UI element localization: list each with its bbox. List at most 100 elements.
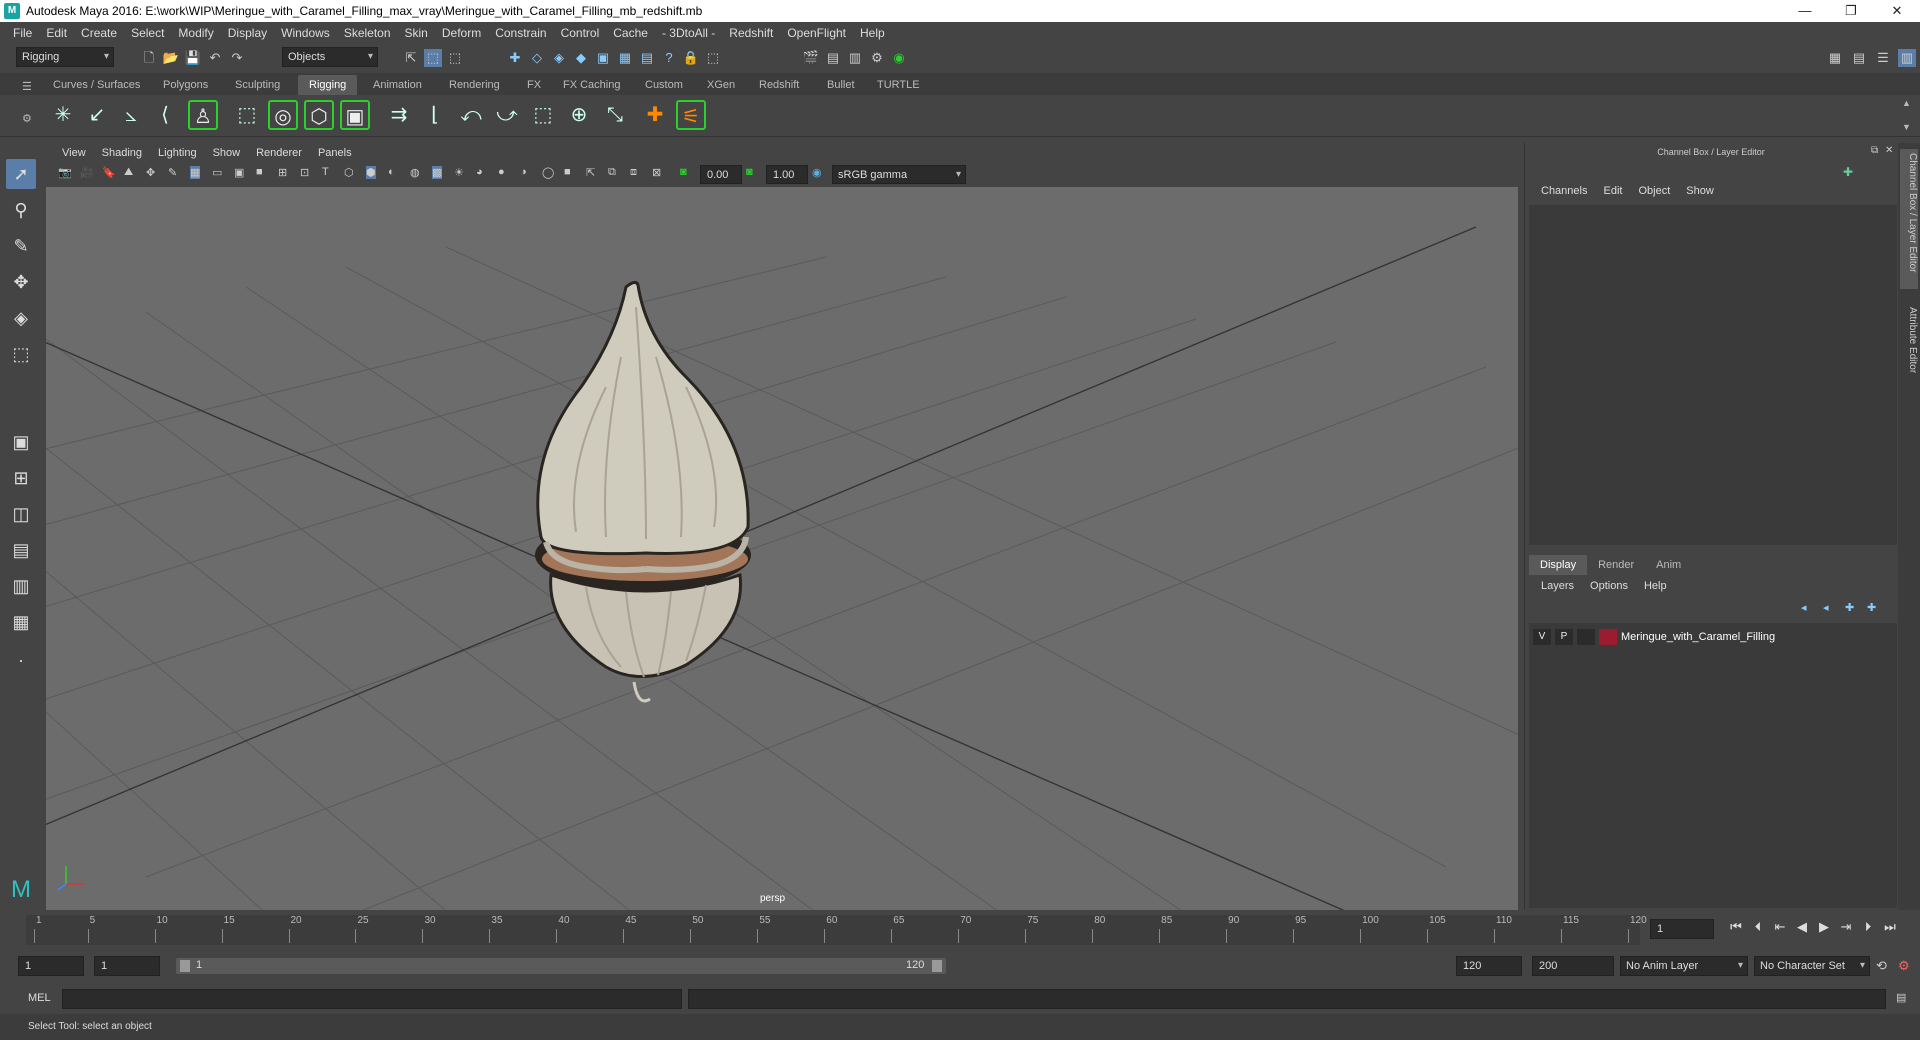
shelf-menu-icon[interactable]: ☰: [22, 80, 32, 93]
new-scene-icon[interactable]: 🗋: [140, 49, 158, 67]
range-slider[interactable]: 1 120: [176, 958, 946, 974]
hypershade-layout-icon[interactable]: ▦: [6, 607, 36, 637]
paint-weights-icon[interactable]: ⬡: [304, 100, 334, 130]
time-slider-track[interactable]: 1 5 10 15 20 25 30 35 40 45 50 55 60 65 70 75 80 85 90 95 10…: [26, 915, 1647, 945]
play-forwards-icon[interactable]: ▶: [1813, 919, 1835, 935]
aim-constraint-icon[interactable]: ⊕: [564, 100, 594, 130]
render-frame-icon[interactable]: ▤: [824, 49, 842, 67]
new-layer-selected-icon[interactable]: ✚: [1867, 601, 1876, 614]
snap-curve-icon[interactable]: ◇: [528, 49, 546, 67]
redo-icon[interactable]: ↷: [228, 49, 246, 67]
command-input[interactable]: [62, 989, 682, 1009]
menu-modify[interactable]: Modify: [171, 26, 220, 40]
gamma-icon[interactable]: ◙: [746, 166, 753, 178]
menu-openflight[interactable]: OpenFlight: [780, 26, 853, 40]
xray-icon[interactable]: ⧉: [608, 166, 616, 179]
tab-display-layers[interactable]: Display: [1529, 555, 1588, 575]
wireframe-icon[interactable]: ⬡: [344, 166, 354, 179]
snap-surface-icon[interactable]: ▣: [594, 49, 612, 67]
layer-options-menu[interactable]: Options: [1582, 580, 1636, 592]
close-panel-icon[interactable]: ✕: [1885, 145, 1893, 156]
gate-mask-icon[interactable]: ■: [256, 166, 263, 178]
tool-settings-toggle-icon[interactable]: ☰: [1874, 49, 1892, 67]
rotate-tool-icon[interactable]: ◈: [6, 303, 36, 333]
xray-joints-icon[interactable]: ⧈: [630, 166, 637, 179]
shelf-scroll-up-icon[interactable]: ▲: [1902, 98, 1911, 108]
character-set-dropdown[interactable]: No Character Set: [1754, 956, 1870, 976]
tab-anim-layers[interactable]: Anim: [1645, 555, 1692, 575]
step-forward-icon[interactable]: ⏵: [1857, 919, 1879, 935]
exposure-icon[interactable]: ◙: [680, 166, 687, 178]
safe-title-icon[interactable]: T: [322, 166, 329, 178]
tab-animation[interactable]: Animation: [362, 75, 433, 95]
modeling-toolkit-icon[interactable]: ▦: [1826, 49, 1844, 67]
ik-spline-icon[interactable]: ⦣: [116, 100, 146, 130]
shelf-options-icon[interactable]: ⚙: [22, 112, 32, 125]
menu-cache[interactable]: Cache: [606, 26, 655, 40]
lock-icon[interactable]: 🔒: [682, 49, 700, 67]
view-transform-dropdown[interactable]: sRGB gamma: [832, 165, 966, 184]
locator-icon[interactable]: ✚: [640, 100, 670, 130]
go-to-start-icon[interactable]: ⏮: [1725, 919, 1747, 935]
playback-end-field[interactable]: 120: [1456, 956, 1522, 976]
script-editor-icon[interactable]: ▤: [1896, 991, 1906, 1004]
step-back-icon[interactable]: ⏴: [1747, 919, 1769, 935]
anti-aliasing-icon[interactable]: ◯: [542, 166, 554, 179]
wrap-deformer-icon[interactable]: ▣: [340, 100, 370, 130]
select-object-icon[interactable]: ⬚: [424, 49, 442, 67]
grid-toggle-icon[interactable]: ▦: [190, 166, 201, 179]
quick-rig-icon[interactable]: ♙: [188, 100, 218, 130]
persp-graph-layout-icon[interactable]: ▤: [6, 535, 36, 565]
render-settings-icon[interactable]: ⚙: [868, 49, 886, 67]
menu-constrain[interactable]: Constrain: [488, 26, 553, 40]
outliner-layout-icon[interactable]: ▥: [6, 571, 36, 601]
mirror-joint-icon[interactable]: ⟨: [150, 100, 180, 130]
screen-space-ao-icon[interactable]: ●: [498, 166, 505, 178]
bookmark-icon[interactable]: 🔖: [102, 166, 116, 179]
close-button[interactable]: ✕: [1874, 0, 1920, 22]
menuset-dropdown[interactable]: Rigging: [16, 47, 114, 67]
viewport-menu-show[interactable]: Show: [205, 147, 249, 159]
film-gate-icon[interactable]: ▭: [212, 166, 222, 179]
image-plane-icon[interactable]: ⛰: [124, 166, 133, 179]
menu-skin[interactable]: Skin: [398, 26, 435, 40]
script-language-toggle[interactable]: MEL: [28, 992, 51, 1004]
tab-rendering[interactable]: Rendering: [438, 75, 511, 95]
exposure-field[interactable]: 0.00: [700, 165, 742, 184]
layer-display-type[interactable]: [1577, 629, 1595, 645]
single-perspective-layout-icon[interactable]: ▣: [6, 427, 36, 457]
tab-bullet[interactable]: Bullet: [816, 75, 866, 95]
move-layer-up-icon[interactable]: ◂: [1801, 601, 1807, 614]
animation-start-field[interactable]: 1: [18, 956, 84, 976]
menu-create[interactable]: Create: [74, 26, 124, 40]
menu-file[interactable]: File: [6, 26, 39, 40]
viewport-menu-lighting[interactable]: Lighting: [150, 147, 205, 159]
symmetry-icon[interactable]: ?: [660, 49, 678, 67]
cluster-icon[interactable]: ⇉: [384, 100, 414, 130]
shelf-scroll-down-icon[interactable]: ▼: [1902, 122, 1911, 132]
use-all-lights-icon[interactable]: ☀: [454, 166, 464, 179]
side-tab-channel-box[interactable]: Channel Box / Layer Editor: [1900, 149, 1918, 289]
layers-menu[interactable]: Layers: [1533, 580, 1582, 592]
menu-redshift[interactable]: Redshift: [722, 26, 780, 40]
channels-edit-menu[interactable]: Edit: [1595, 185, 1630, 197]
menu-display[interactable]: Display: [221, 26, 274, 40]
selection-mode-dropdown[interactable]: Objects: [282, 47, 378, 67]
layer-playback-toggle[interactable]: P: [1555, 629, 1573, 645]
menu-deform[interactable]: Deform: [435, 26, 488, 40]
viewport-menu-shading[interactable]: Shading: [94, 147, 150, 159]
isolate-select-icon[interactable]: ⇱: [586, 166, 595, 179]
tab-redshift[interactable]: Redshift: [748, 75, 810, 95]
range-start-handle[interactable]: [180, 960, 190, 972]
tab-turtle[interactable]: TURTLE: [866, 75, 931, 95]
meringue-model[interactable]: [535, 280, 751, 703]
select-hierarchy-icon[interactable]: ⇱: [402, 49, 420, 67]
animation-end-field[interactable]: 200: [1532, 956, 1614, 976]
gamma-field[interactable]: 1.00: [766, 165, 808, 184]
animation-preferences-icon[interactable]: ⚙: [1898, 958, 1910, 974]
go-to-end-icon[interactable]: ⏭: [1879, 919, 1901, 935]
menu-select[interactable]: Select: [124, 26, 171, 40]
menu-control[interactable]: Control: [554, 26, 607, 40]
channels-object-menu[interactable]: Object: [1630, 185, 1678, 197]
resolution-gate-icon[interactable]: ▣: [234, 166, 244, 179]
